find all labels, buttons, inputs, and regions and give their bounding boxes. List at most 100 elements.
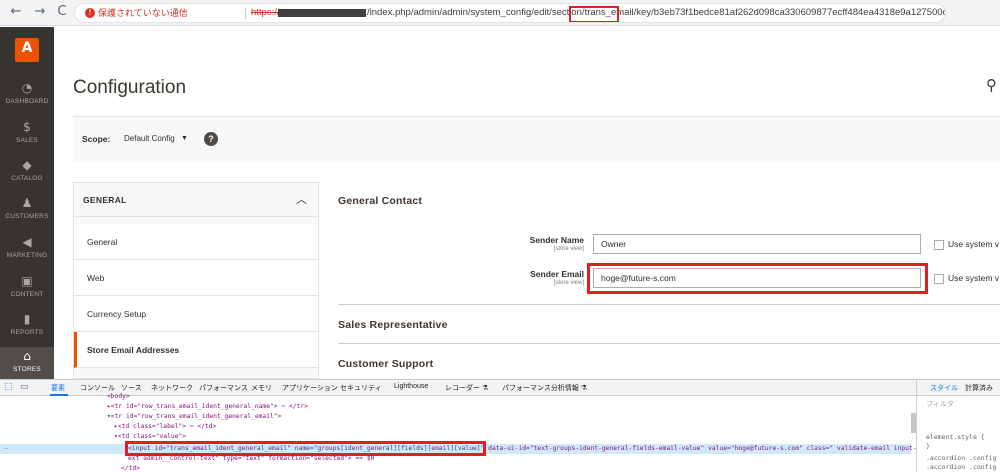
styles-tab[interactable]: スタイル bbox=[930, 383, 958, 393]
more-options-icon[interactable]: … bbox=[3, 445, 9, 451]
devtools-tab-elements[interactable]: 要素 bbox=[51, 383, 65, 393]
style-rule-line: .accordion .config bbox=[926, 463, 997, 471]
devtools-tab-sources[interactable]: ソース bbox=[121, 383, 142, 393]
chevron-up-icon[interactable]: ︿ bbox=[296, 191, 307, 207]
section-general-contact[interactable]: General Contact bbox=[338, 195, 422, 207]
nav-label: DASHBOARD bbox=[5, 98, 49, 105]
url-scheme: https:// bbox=[251, 7, 280, 18]
tab-label: General bbox=[87, 237, 118, 247]
devtools-tab-application[interactable]: アプリケーション bbox=[282, 383, 338, 393]
security-warning[interactable]: 保護されていない通信 bbox=[98, 4, 188, 22]
styles-tab-bar: スタイル 計算済み bbox=[917, 380, 1000, 396]
adobe-logo[interactable]: A bbox=[15, 38, 39, 62]
sender-email-use-system-checkbox[interactable] bbox=[934, 274, 944, 284]
sender-name-input[interactable]: Owner bbox=[593, 234, 921, 254]
dom-line[interactable]: ▸<tr id="row_trans_email_ident_general_n… bbox=[107, 403, 308, 410]
nav-stores[interactable]: ⌂ STORES bbox=[0, 347, 54, 379]
scope-label: Scope: bbox=[82, 134, 111, 144]
tab-currency-setup[interactable]: Currency Setup bbox=[74, 296, 318, 332]
cube-icon: ◆ bbox=[22, 158, 32, 172]
nav-label: CONTENT bbox=[10, 291, 44, 298]
back-arrow-icon[interactable]: ← bbox=[8, 4, 24, 20]
style-rule-line: element.style { bbox=[926, 433, 985, 441]
tab-group-general[interactable]: GENERAL ︿ bbox=[74, 183, 318, 217]
sender-email-label: Sender Email bbox=[530, 269, 584, 279]
section-sales-representative[interactable]: Sales Representative bbox=[338, 319, 448, 331]
devtools-tab-console[interactable]: コンソール bbox=[80, 383, 115, 393]
nav-sales[interactable]: $ SALES bbox=[0, 118, 54, 156]
tab-group-title: GENERAL bbox=[83, 195, 127, 205]
not-secure-icon: ! bbox=[85, 8, 95, 18]
section-customer-support[interactable]: Customer Support bbox=[338, 358, 433, 370]
devtools-tab-recorder[interactable]: レコーダー ⚗ bbox=[445, 383, 488, 393]
email-annotation-box bbox=[587, 263, 928, 294]
nav-dashboard[interactable]: ◔ DASHBOARD bbox=[0, 79, 54, 117]
computed-tab[interactable]: 計算済み bbox=[965, 383, 993, 393]
section-divider bbox=[338, 304, 1000, 305]
nav-catalog[interactable]: ◆ CATALOG bbox=[0, 156, 54, 194]
nav-customers[interactable]: ♟ CUSTOMERS bbox=[0, 194, 54, 232]
section-divider bbox=[338, 343, 1000, 344]
tab-label: Currency Setup bbox=[87, 309, 147, 319]
dashboard-icon: ◔ bbox=[21, 81, 33, 95]
tab-web[interactable]: Web bbox=[74, 260, 318, 296]
style-rule-line: .accordion .config i bbox=[926, 454, 1000, 462]
sender-email-scope: [store view] bbox=[553, 280, 584, 286]
device-toolbar-icon[interactable]: ▭ bbox=[20, 382, 31, 393]
url-annotation-box bbox=[569, 6, 619, 22]
nav-reports[interactable]: ▮ REPORTS bbox=[0, 310, 54, 348]
devtools-tab-performance-insights[interactable]: パフォーマンス分析情報 ⚗ bbox=[502, 383, 587, 393]
nav-label: SALES bbox=[16, 137, 38, 144]
styles-pane: スタイル 計算済み フィルタ element.style { } .accord… bbox=[916, 380, 1000, 472]
styles-filter-input[interactable]: フィルタ bbox=[926, 399, 954, 409]
dom-line[interactable]: <body> bbox=[107, 393, 130, 400]
help-icon[interactable]: ? bbox=[204, 132, 218, 146]
devtools-tab-performance[interactable]: パフォーマンス bbox=[199, 383, 248, 393]
use-system-value-label: Use system v bbox=[948, 239, 1000, 249]
layout-icon: ▣ bbox=[21, 274, 33, 288]
nav-label: REPORTS bbox=[10, 329, 44, 336]
code-annotation-box bbox=[125, 441, 486, 456]
scope-dropdown[interactable]: Default Config bbox=[124, 134, 175, 143]
browser-toolbar: ← → C ! 保護されていない通信 https:// /index.php/a… bbox=[0, 0, 1000, 26]
search-icon[interactable]: ⚲ bbox=[986, 76, 997, 94]
forward-arrow-icon[interactable]: → bbox=[32, 4, 48, 20]
dom-line[interactable]: ▾<tr id="row_trans_email_ident_general_e… bbox=[107, 413, 281, 420]
logo-glyph: A bbox=[21, 40, 33, 56]
person-icon: ♟ bbox=[21, 196, 33, 210]
style-rule-line: } bbox=[926, 442, 930, 450]
dollar-icon: $ bbox=[23, 120, 31, 134]
use-system-value-label: Use system v bbox=[948, 273, 1000, 283]
nav-label: MARKETING bbox=[6, 252, 48, 259]
reload-icon[interactable]: C bbox=[54, 4, 70, 20]
devtools-tab-security[interactable]: セキュリティ bbox=[340, 383, 382, 393]
address-bar[interactable]: ! 保護されていない通信 https:// /index.php/admin/a… bbox=[74, 3, 946, 23]
devtools-tab-network[interactable]: ネットワーク bbox=[151, 383, 193, 393]
active-tab-indicator bbox=[50, 394, 68, 396]
nav-label: CATALOG bbox=[11, 175, 43, 182]
devtools-panel: ⬚ ▭ 要素 コンソール ソース ネットワーク パフォーマンス メモリ アプリケ… bbox=[0, 379, 1000, 472]
nav-content[interactable]: ▣ CONTENT bbox=[0, 272, 54, 310]
megaphone-icon: ◀ bbox=[22, 235, 32, 249]
sender-name-scope: [store view] bbox=[553, 246, 584, 252]
dom-line[interactable]: ▸<td class="label"> ⋯ </td> bbox=[114, 423, 216, 430]
store-icon: ⌂ bbox=[23, 349, 31, 363]
dom-line[interactable]: ▾<td class="value"> bbox=[114, 433, 186, 440]
url-path: /index.php/admin/admin/system_config/edi… bbox=[367, 7, 946, 18]
config-tabs: GENERAL ︿ General Web Currency Setup Sto… bbox=[73, 182, 319, 379]
bar-chart-icon: ▮ bbox=[23, 312, 31, 326]
devtools-tab-lighthouse[interactable]: Lighthouse bbox=[394, 383, 428, 390]
redacted-hostname bbox=[278, 9, 366, 17]
admin-sidebar: A ◔ DASHBOARD $ SALES ◆ CATALOG ♟ CUSTOM… bbox=[0, 27, 54, 379]
inspect-element-icon[interactable]: ⬚ bbox=[4, 382, 15, 393]
tab-store-email-addresses[interactable]: Store Email Addresses bbox=[74, 332, 318, 368]
address-separator bbox=[245, 8, 246, 19]
tab-general[interactable]: General bbox=[74, 224, 318, 260]
dom-line[interactable]: ext admin__control-text" type="text" for… bbox=[128, 455, 374, 462]
nav-label: CUSTOMERS bbox=[5, 213, 49, 220]
nav-marketing[interactable]: ◀ MARKETING bbox=[0, 233, 54, 271]
caret-down-icon[interactable]: ▼ bbox=[181, 135, 188, 142]
devtools-tab-memory[interactable]: メモリ bbox=[251, 383, 272, 393]
scope-switcher-bar: Scope: Default Config ▼ ? bbox=[73, 116, 1000, 162]
sender-name-use-system-checkbox[interactable] bbox=[934, 240, 944, 250]
